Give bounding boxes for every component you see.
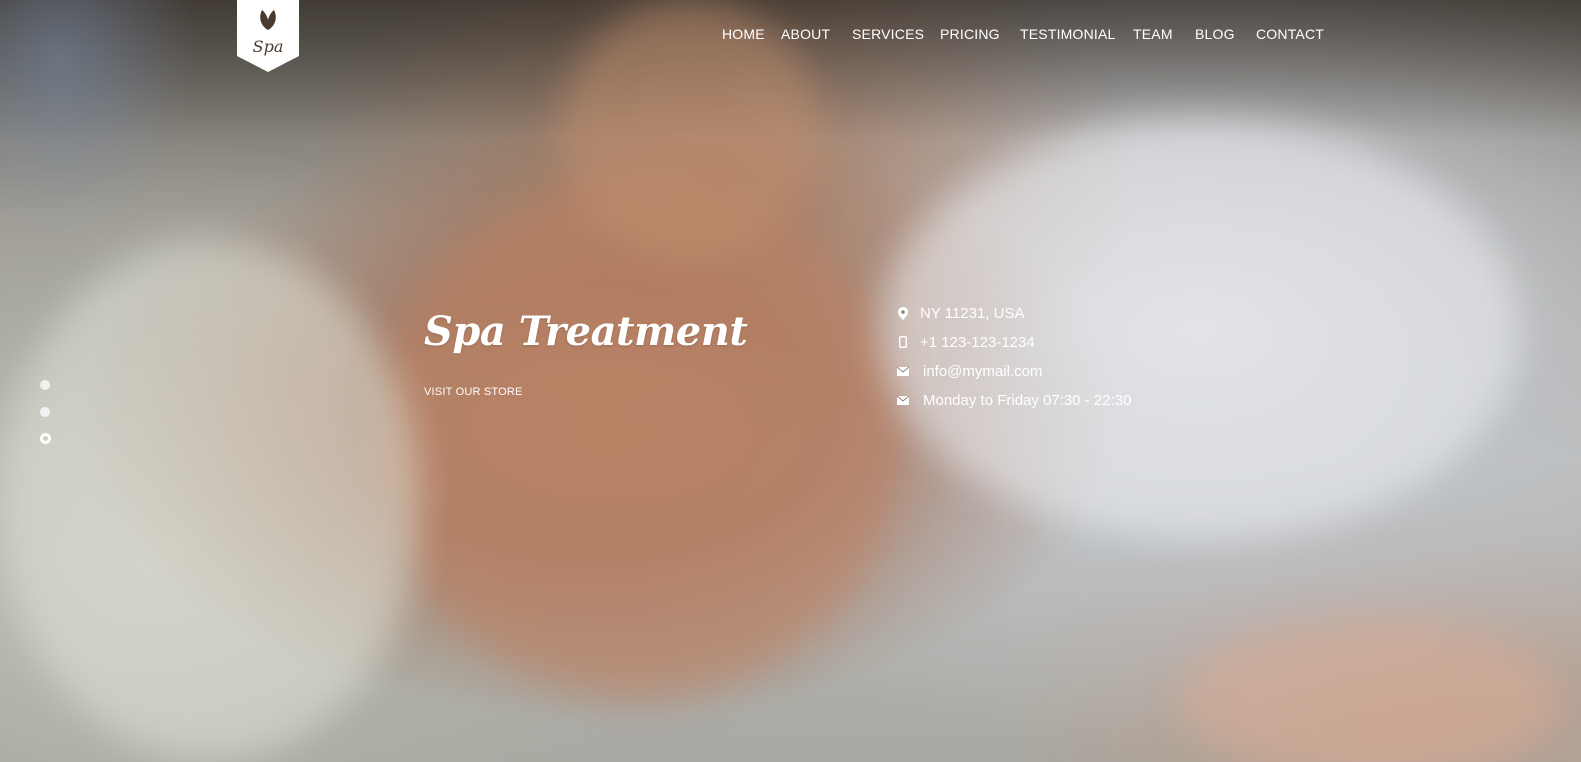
slider-dot-2[interactable] [40, 407, 50, 417]
nav-item-home[interactable]: HOME [722, 26, 765, 42]
logo-badge: Spa [237, 0, 299, 72]
contact-email-text[interactable]: info@mymail.com [923, 363, 1042, 380]
hero-title: Spa Treatment [424, 308, 748, 355]
nav-item-pricing[interactable]: PRICING [940, 26, 1000, 42]
nav-item-team[interactable]: TEAM [1133, 26, 1173, 42]
nav-item-services[interactable]: SERVICES [852, 26, 924, 42]
contact-phone-text[interactable]: +1 123-123-1234 [920, 334, 1035, 351]
nav-item-blog[interactable]: BLOG [1195, 26, 1235, 42]
contact-phone: +1 123-123-1234 [897, 332, 1035, 352]
nav-item-testimonial[interactable]: TESTIMONIAL [1020, 26, 1116, 42]
envelope-icon [897, 393, 909, 407]
contact-address-text: NY 11231, USA [920, 304, 1025, 322]
visit-store-link[interactable]: VISIT OUR STORE [424, 386, 523, 398]
map-pin-icon [897, 306, 909, 320]
contact-email: info@mymail.com [897, 361, 1042, 381]
background-hand-shape [380, 180, 900, 700]
contact-hours-text: Monday to Friday 07:30 - 22:30 [923, 391, 1132, 409]
background-towel-shape [0, 240, 420, 760]
contact-address: NY 11231, USA [897, 303, 1025, 323]
nav-item-about[interactable]: ABOUT [781, 26, 830, 42]
hero-section: Spa HOME ABOUT SERVICES PRICING TESTIMON… [0, 0, 1581, 762]
slider-dot-1[interactable] [40, 380, 50, 390]
logo-text: Spa [253, 37, 284, 56]
phone-icon [897, 335, 909, 349]
logo[interactable]: Spa [237, 0, 299, 72]
background-towel-shape [880, 120, 1520, 540]
slider-dot-3[interactable] [40, 433, 51, 444]
contact-hours: Monday to Friday 07:30 - 22:30 [897, 390, 1131, 410]
envelope-icon [897, 364, 909, 378]
nav-item-contact[interactable]: CONTACT [1256, 26, 1324, 42]
